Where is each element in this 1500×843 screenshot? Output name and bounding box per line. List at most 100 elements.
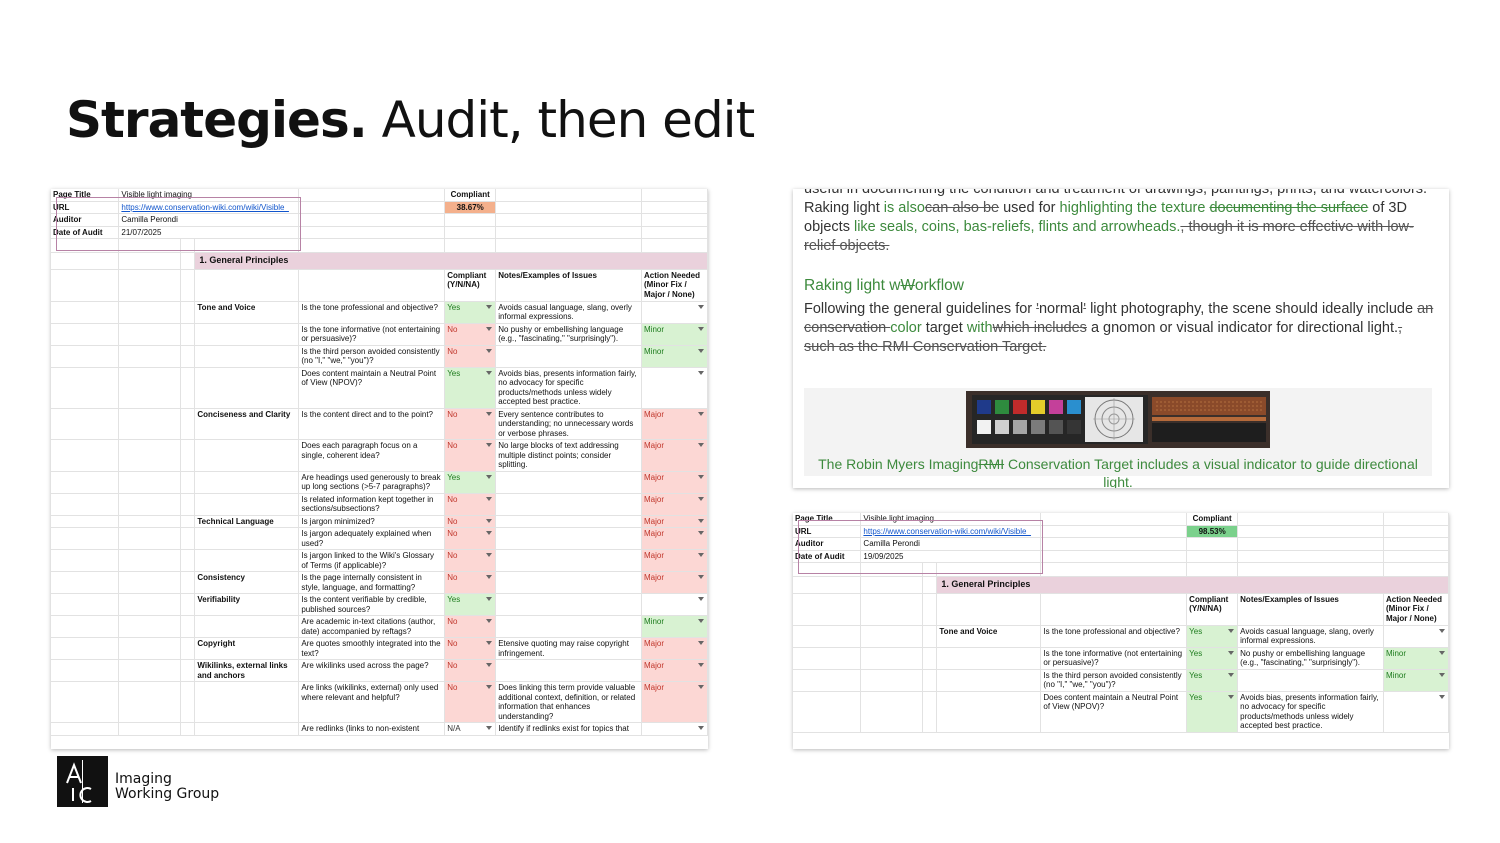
action-dropdown[interactable]: Minor: [1383, 647, 1449, 670]
action-dropdown[interactable]: [641, 367, 708, 409]
dropdown-caret-icon: [486, 575, 493, 579]
figure-box: The Robin Myers ImagingRMI Conservation …: [804, 388, 1432, 488]
notes-cell[interactable]: Avoids bias, presents information fairly…: [495, 367, 642, 409]
compliant-dropdown[interactable]: No: [444, 515, 497, 528]
category-cell: [194, 527, 300, 550]
notes-cell[interactable]: [495, 471, 642, 494]
dropdown-caret-icon: [698, 575, 704, 579]
compliant-dropdown[interactable]: No: [444, 408, 497, 440]
action-dropdown[interactable]: Major: [641, 515, 708, 528]
notes-cell[interactable]: [495, 615, 642, 638]
audit-table-before: Page Title Visible light imaging Compliant…: [51, 189, 708, 736]
notes-cell[interactable]: [495, 659, 642, 682]
compliant-dropdown[interactable]: No: [444, 527, 497, 550]
compliant-dropdown[interactable]: No: [444, 323, 497, 346]
table-row: Is jargon linked to the Wiki's Glossary …: [51, 549, 708, 572]
action-dropdown[interactable]: Major: [641, 471, 708, 494]
notes-cell[interactable]: Avoids casual language, slang, overly in…: [1237, 625, 1384, 648]
notes-cell[interactable]: [495, 527, 642, 550]
compliant-dropdown[interactable]: No: [444, 549, 497, 572]
info-row: Page Title Visible light imaging Compliant: [793, 513, 1449, 526]
col-notes-header: Notes/Examples of Issues: [495, 269, 642, 302]
table-row: Is the tone informative (not entertainin…: [793, 647, 1449, 670]
notes-cell[interactable]: [495, 345, 642, 368]
action-dropdown[interactable]: Major: [641, 408, 708, 440]
notes-cell[interactable]: Etensive quoting may raise copyright inf…: [495, 637, 642, 660]
action-dropdown[interactable]: Minor: [1383, 669, 1449, 692]
info-row: URL https://www.conservation-wiki.com/wik…: [51, 201, 708, 214]
notes-cell[interactable]: [495, 549, 642, 572]
edited-article-panel: useful in documenting the condition and …: [793, 189, 1449, 488]
category-cell: Wikilinks, external links and anchors: [194, 659, 300, 682]
info-value[interactable]: https://www.conservation-wiki.com/wiki/V…: [118, 201, 300, 214]
compliant-dropdown[interactable]: No: [444, 493, 497, 516]
compliant-dropdown[interactable]: No: [444, 637, 497, 660]
compliant-dropdown[interactable]: No: [444, 615, 497, 638]
dropdown-caret-icon: [486, 685, 493, 689]
action-dropdown[interactable]: Major: [641, 527, 708, 550]
compliant-dropdown[interactable]: N/A: [444, 722, 497, 736]
info-row: Date of Audit 19/09/2025: [793, 550, 1449, 563]
dropdown-caret-icon: [698, 597, 704, 601]
compliant-dropdown[interactable]: No: [444, 345, 497, 368]
action-dropdown[interactable]: Major: [641, 681, 708, 723]
action-dropdown[interactable]: [1383, 691, 1449, 733]
action-dropdown[interactable]: [641, 593, 708, 616]
notes-cell[interactable]: [1237, 669, 1384, 692]
dropdown-caret-icon: [698, 726, 704, 730]
notes-cell[interactable]: Avoids casual language, slang, overly in…: [495, 301, 642, 324]
notes-cell[interactable]: [495, 593, 642, 616]
action-dropdown[interactable]: Major: [641, 571, 708, 594]
table-row: Is the third person avoided consistently…: [793, 669, 1449, 692]
compliant-dropdown[interactable]: Yes: [1186, 647, 1239, 670]
notes-cell[interactable]: [495, 515, 642, 528]
compliant-dropdown[interactable]: Yes: [1186, 625, 1239, 648]
category-cell: [936, 669, 1042, 692]
compliant-dropdown[interactable]: Yes: [444, 593, 497, 616]
compliant-dropdown[interactable]: Yes: [444, 301, 497, 324]
info-value[interactable]: https://www.conservation-wiki.com/wiki/V…: [860, 525, 1042, 538]
notes-cell[interactable]: No pushy or embellishing language (e.g.,…: [495, 323, 642, 346]
compliant-dropdown[interactable]: Yes: [1186, 669, 1239, 692]
compliant-dropdown[interactable]: Yes: [444, 471, 497, 494]
compliant-dropdown[interactable]: No: [444, 681, 497, 723]
action-dropdown[interactable]: [641, 722, 708, 736]
table-row: Is related information kept together in …: [51, 493, 708, 516]
column-header-row: Compliant (Y/N/NA) Notes/Examples of Issu…: [51, 269, 708, 302]
category-cell: Technical Language: [194, 515, 300, 528]
notes-cell[interactable]: Every sentence contributes to understand…: [495, 408, 642, 440]
action-dropdown[interactable]: Minor: [641, 345, 708, 368]
dropdown-caret-icon: [486, 518, 493, 523]
table-row: Tone and Voice Is the tone professional a…: [793, 625, 1449, 648]
notes-cell[interactable]: Does linking this term provide valuable …: [495, 681, 642, 723]
action-dropdown[interactable]: Minor: [641, 323, 708, 346]
action-dropdown[interactable]: Minor: [641, 615, 708, 638]
notes-cell[interactable]: [495, 493, 642, 516]
compliant-dropdown[interactable]: No: [444, 439, 497, 472]
category-cell: [194, 471, 300, 494]
notes-cell[interactable]: Avoids bias, presents information fairly…: [1237, 691, 1384, 733]
compliant-dropdown[interactable]: Yes: [1186, 691, 1239, 733]
dropdown-caret-icon: [1228, 650, 1235, 655]
notes-cell[interactable]: Identify if redlinks exist for topics th…: [495, 722, 642, 736]
action-dropdown[interactable]: Major: [641, 493, 708, 516]
action-dropdown[interactable]: Major: [641, 439, 708, 472]
compliant-dropdown[interactable]: Yes: [444, 367, 497, 409]
info-value: Camilla Perondi: [118, 213, 300, 227]
notes-cell[interactable]: No pushy or embellishing language (e.g.,…: [1237, 647, 1384, 670]
question-cell: Is the page internally consistent in sty…: [298, 571, 446, 594]
category-cell: [194, 345, 300, 368]
compliant-dropdown[interactable]: No: [444, 571, 497, 594]
compliant-dropdown[interactable]: No: [444, 659, 497, 682]
info-label: Date of Audit: [793, 550, 862, 563]
action-dropdown[interactable]: Major: [641, 637, 708, 660]
notes-cell[interactable]: [495, 571, 642, 594]
action-dropdown[interactable]: [641, 301, 708, 324]
notes-cell[interactable]: No large blocks of text addressing multi…: [495, 439, 642, 472]
dropdown-caret-icon: [698, 443, 704, 447]
column-header-row: Compliant (Y/N/NA) Notes/Examples of Issu…: [793, 593, 1449, 626]
action-dropdown[interactable]: Major: [641, 549, 708, 572]
action-dropdown[interactable]: [1383, 625, 1449, 648]
action-dropdown[interactable]: Major: [641, 659, 708, 682]
dropdown-caret-icon: [486, 474, 493, 479]
